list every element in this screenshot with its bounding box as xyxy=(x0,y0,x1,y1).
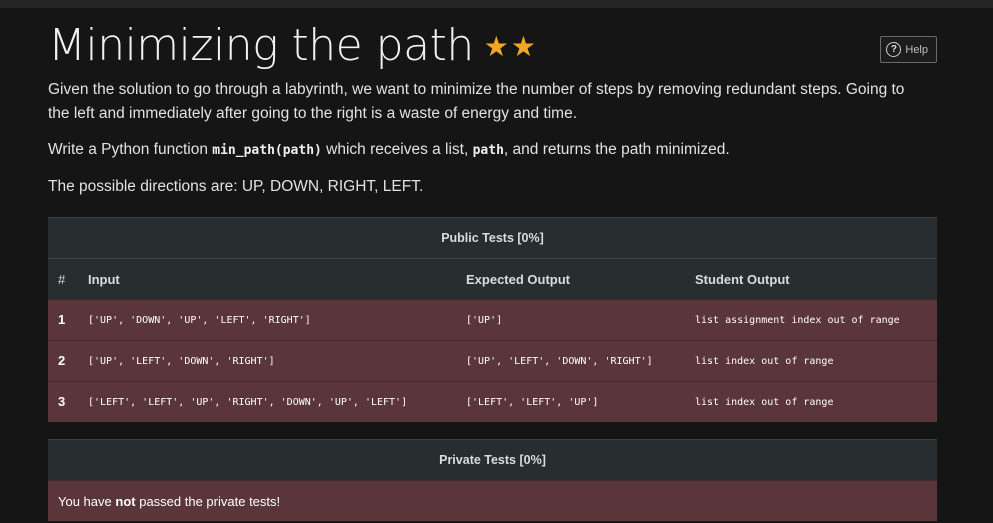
function-signature: min_path(path) xyxy=(212,143,322,158)
col-hash: # xyxy=(58,272,66,287)
public-tests-panel: Public Tests [0%] # Input Expected Outpu… xyxy=(48,217,937,422)
row-number: 1 xyxy=(58,312,66,327)
row-expected: ['UP'] xyxy=(466,315,503,326)
function-paragraph: Write a Python function min_path(path) w… xyxy=(48,138,730,163)
private-tests-panel: Private Tests [0%] You have not passed t… xyxy=(48,439,937,521)
private-tests-message: You have not passed the private tests! xyxy=(48,480,937,521)
row-number: 3 xyxy=(58,394,66,409)
row-number: 2 xyxy=(58,353,66,368)
row-student: list assignment index out of range xyxy=(695,315,900,326)
help-label: Help xyxy=(905,43,928,56)
text: You have xyxy=(58,493,112,509)
directions-paragraph: The possible directions are: UP, DOWN, R… xyxy=(48,178,424,195)
text: , and returns the path minimized. xyxy=(503,141,730,158)
difficulty-stars: ★★ xyxy=(483,30,538,63)
col-student: Student Output xyxy=(695,272,790,287)
col-expected: Expected Output xyxy=(466,272,571,287)
help-button[interactable]: ? Help xyxy=(880,36,937,63)
top-bar xyxy=(0,0,993,8)
row-input: ['LEFT', 'LEFT', 'UP', 'RIGHT', 'DOWN', … xyxy=(88,397,408,408)
row-student: list index out of range xyxy=(695,397,834,408)
row-student: list index out of range xyxy=(695,356,834,367)
emphasis: not xyxy=(115,493,136,509)
public-tests-title: Public Tests [0%] xyxy=(48,217,937,258)
private-tests-title: Private Tests [0%] xyxy=(48,439,937,480)
description-paragraph: Given the solution to go through a labyr… xyxy=(48,81,905,122)
page-title: Minimizing the path ★★ xyxy=(48,24,538,68)
row-input: ['UP', 'LEFT', 'DOWN', 'RIGHT'] xyxy=(88,356,275,367)
table-row: 2 ['UP', 'LEFT', 'DOWN', 'RIGHT'] ['UP',… xyxy=(48,340,937,381)
row-expected: ['UP', 'LEFT', 'DOWN', 'RIGHT'] xyxy=(466,356,653,367)
title-text: Minimizing the path xyxy=(48,20,474,71)
col-input: Input xyxy=(88,272,120,287)
text: passed the private tests! xyxy=(139,493,281,509)
param-name: path xyxy=(472,143,504,158)
row-input: ['UP', 'DOWN', 'UP', 'LEFT', 'RIGHT'] xyxy=(88,315,311,326)
question-circle-icon: ? xyxy=(886,42,902,57)
table-row: 1 ['UP', 'DOWN', 'UP', 'LEFT', 'RIGHT'] … xyxy=(48,299,937,340)
table-header: # Input Expected Output Student Output xyxy=(48,258,937,299)
text: Write a Python function xyxy=(48,141,213,158)
table-row: 3 ['LEFT', 'LEFT', 'UP', 'RIGHT', 'DOWN'… xyxy=(48,381,937,422)
text: which receives a list, xyxy=(321,141,473,158)
row-expected: ['LEFT', 'LEFT', 'UP'] xyxy=(466,397,599,408)
